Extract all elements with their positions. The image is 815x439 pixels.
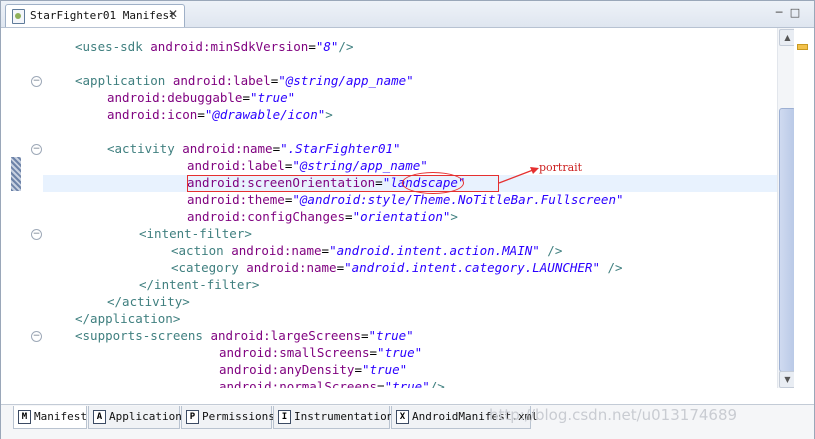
tab-application[interactable]: A Application <box>88 406 182 429</box>
minimize-button[interactable]: ─ <box>773 7 785 19</box>
close-icon[interactable]: ✕ <box>168 7 178 21</box>
maximize-button[interactable]: □ <box>789 7 801 19</box>
watermark: http://blog.csdn.net/u013174689 <box>489 406 738 424</box>
page-a-icon: A <box>93 410 106 424</box>
editor-tab-bar: StarFighter01 Manifest ✕ ─ □ <box>1 1 814 28</box>
editor-tab-title: StarFighter01 Manifest <box>30 9 176 22</box>
xml-file-icon: X <box>396 410 409 424</box>
tab-permissions[interactable]: P Permissions <box>181 406 275 429</box>
page-p-icon: P <box>186 410 199 424</box>
tab-label: Permissions <box>202 410 275 423</box>
warning-marker[interactable] <box>797 44 808 50</box>
page-i-icon: I <box>278 410 291 424</box>
annotation-arrow <box>498 167 539 184</box>
tab-manifest[interactable]: M Manifest <box>13 406 87 429</box>
editor-tab[interactable]: StarFighter01 Manifest ✕ <box>5 4 185 27</box>
vertical-scrollbar[interactable]: ▲ ▼ <box>777 28 796 388</box>
tab-label: Manifest <box>34 410 87 423</box>
page-m-icon: M <box>18 410 31 424</box>
android-manifest-icon <box>12 9 25 24</box>
overview-ruler <box>794 28 814 388</box>
tab-instrumentation[interactable]: I Instrumentation <box>273 406 394 429</box>
editor-window: StarFighter01 Manifest ✕ ─ □ − − − − <us… <box>0 0 815 439</box>
tab-label: Instrumentation <box>294 410 394 423</box>
tab-label: Application <box>109 410 182 423</box>
annotation-note: portrait <box>539 161 583 174</box>
xml-editor[interactable]: − − − − <uses-sdk android:minSdkVersion=… <box>1 28 814 388</box>
